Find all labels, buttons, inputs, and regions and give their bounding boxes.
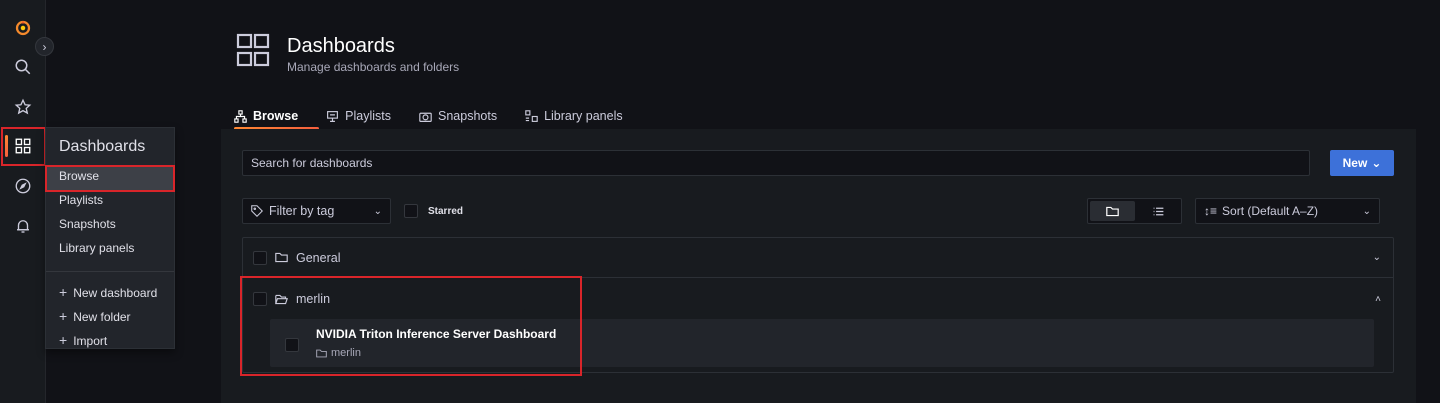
chevron-up-icon[interactable]: ˄	[1375, 294, 1381, 305]
dashboards-icon[interactable]	[0, 128, 46, 164]
flyout-item-browse[interactable]: Browse	[46, 166, 174, 190]
folder-name: merlin	[331, 347, 361, 359]
flyout-item-import[interactable]: + Import	[46, 329, 174, 353]
sort-label: Sort (Default A–Z)	[1222, 204, 1319, 218]
flyout-item-library-panels[interactable]: Library panels	[46, 238, 174, 262]
explore-icon[interactable]	[0, 168, 46, 204]
camera-icon	[419, 112, 432, 122]
plus-icon: +	[59, 284, 68, 300]
chevron-down-icon: ⌄	[373, 205, 382, 217]
folder-name: merlin	[296, 292, 331, 306]
folder-icon	[316, 349, 327, 357]
tag-icon	[251, 205, 263, 217]
folder-icon	[275, 252, 288, 263]
view-mode-toggle	[1087, 198, 1182, 224]
filter-by-tag-select[interactable]: Filter by tag ⌄	[242, 198, 391, 224]
folder-checkbox[interactable]	[253, 250, 267, 265]
chevron-down-icon: ⌄	[1371, 156, 1382, 170]
list-icon	[1153, 207, 1164, 215]
search-input[interactable]: Search for dashboards	[242, 150, 1310, 176]
tab-label: Snapshots	[438, 109, 498, 123]
folder-checkbox[interactable]	[253, 292, 267, 306]
chevron-down-icon[interactable]: ⌄	[1373, 252, 1381, 263]
plus-icon: +	[59, 308, 68, 324]
folder-name: General	[296, 250, 341, 265]
label: Import	[73, 334, 108, 348]
flyout-title[interactable]: Dashboards	[46, 128, 174, 166]
star-icon[interactable]	[0, 89, 46, 125]
tab-label: Library panels	[544, 109, 623, 123]
list-view-button[interactable]	[1137, 199, 1182, 223]
flyout-item-playlists[interactable]: Playlists	[46, 190, 174, 214]
new-button[interactable]: New ⌄	[1330, 150, 1394, 176]
side-nav	[0, 0, 46, 403]
chevron-down-icon: ⌄	[1362, 205, 1371, 217]
tab-library-panels[interactable]: Library panels	[511, 104, 637, 128]
dashboard-folder: merlin	[316, 347, 361, 359]
sitemap-icon	[234, 109, 247, 123]
flyout-item-new-folder[interactable]: + New folder	[46, 305, 174, 329]
starred-checkbox[interactable]	[404, 204, 418, 218]
page-title: Dashboards	[287, 35, 395, 57]
folder-view-button[interactable]	[1090, 201, 1135, 221]
presentation-icon	[327, 110, 339, 122]
expand-nav-button[interactable]: ›	[35, 37, 54, 56]
flyout-item-snapshots[interactable]: Snapshots	[46, 214, 174, 238]
filter-label: Filter by tag	[269, 204, 335, 218]
flyout-item-new-dashboard[interactable]: + New dashboard	[46, 281, 174, 305]
folder-row-general[interactable]: General ⌄	[243, 238, 1393, 278]
folder-list: General ⌄ merlin ˄ NVIDIA Triton Inferen…	[242, 237, 1394, 373]
sort-icon: ↕≡	[1204, 204, 1218, 218]
folder-row-merlin[interactable]: merlin ˄	[243, 279, 1393, 319]
dashboard-title[interactable]: NVIDIA Triton Inference Server Dashboard	[316, 327, 556, 341]
tab-label: Browse	[253, 109, 299, 123]
new-label: New	[1342, 156, 1368, 170]
tab-bar: Browse Playlists Snapshots Library panel…	[234, 104, 637, 130]
folder-open-icon	[275, 294, 288, 304]
tab-playlists[interactable]: Playlists	[312, 104, 405, 128]
tab-browse[interactable]: Browse	[234, 104, 320, 130]
starred-filter[interactable]: Starred	[404, 204, 463, 218]
plus-icon: +	[59, 332, 68, 348]
folder-icon	[1105, 206, 1119, 216]
label: New dashboard	[73, 286, 158, 300]
library-panel-icon	[525, 109, 538, 122]
sort-select[interactable]: ↕≡ Sort (Default A–Z) ⌄	[1195, 198, 1380, 224]
tab-snapshots[interactable]: Snapshots	[405, 104, 511, 128]
alert-bell-icon[interactable]	[0, 208, 46, 244]
dashboard-list-item[interactable]: NVIDIA Triton Inference Server Dashboard…	[270, 319, 1374, 367]
starred-label: Starred	[428, 205, 464, 217]
label: New folder	[73, 310, 131, 324]
dashboard-checkbox[interactable]	[285, 338, 299, 352]
tab-label: Playlists	[345, 109, 391, 123]
page-subtitle: Manage dashboards and folders	[287, 60, 460, 74]
dashboards-flyout-menu: Dashboards Browse Playlists Snapshots Li…	[45, 127, 175, 349]
divider	[46, 271, 174, 272]
dashboards-icon	[236, 33, 270, 67]
